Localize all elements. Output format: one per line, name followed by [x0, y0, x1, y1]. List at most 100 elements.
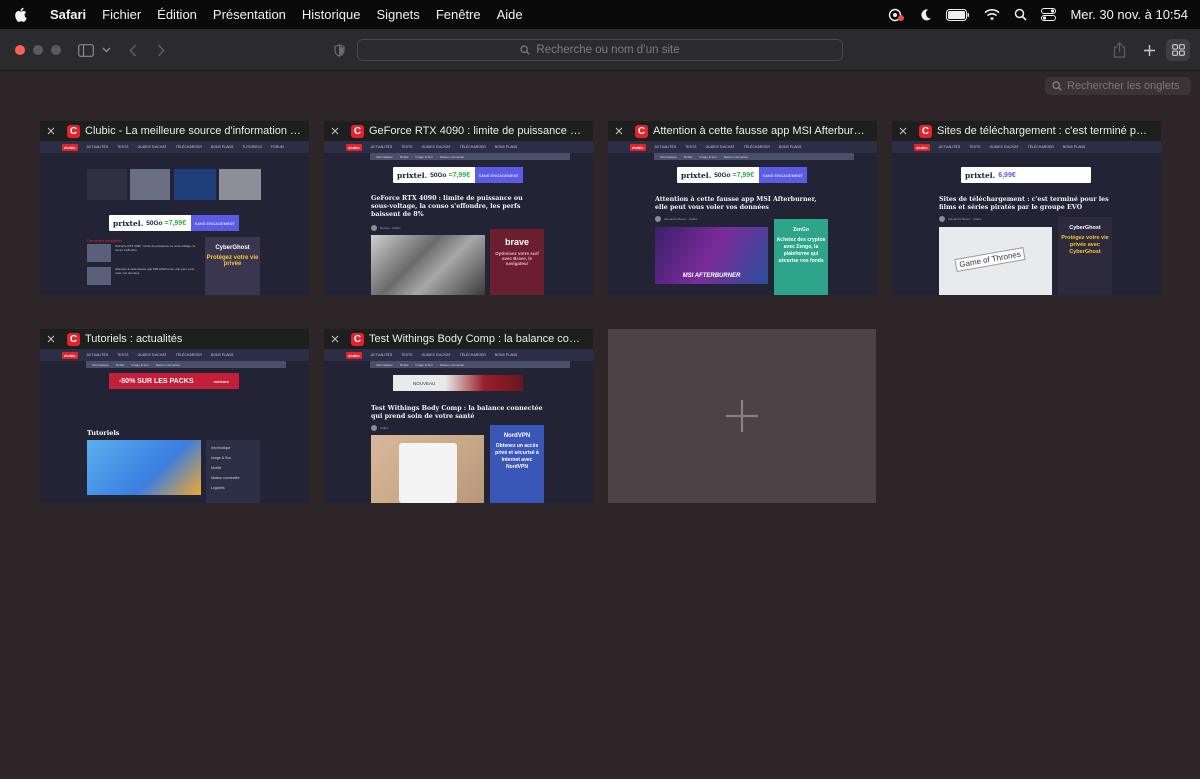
article-image: [87, 440, 201, 495]
site-nav-item: TESTS: [117, 353, 129, 357]
ad-price: =7,99€: [732, 171, 755, 179]
address-placeholder: Recherche ou nom d’un site: [536, 44, 680, 56]
site-subnav-item: Image & Son: [699, 154, 717, 159]
window-close-button[interactable]: [15, 45, 25, 55]
site-nav-item: TÉLÉCHARGER: [459, 353, 486, 357]
wifi-icon[interactable]: [984, 8, 1000, 21]
tab-card[interactable]: C Tutoriels : actualités clubic ACTUALIT…: [40, 329, 309, 503]
cyberghost-ad: CyberGhost Protégez votre vie privée: [205, 237, 260, 295]
favicon-icon: C: [351, 332, 364, 346]
menu-fichier[interactable]: Fichier: [94, 7, 149, 22]
close-tab-icon[interactable]: [611, 127, 627, 135]
site-subnav-item: Informatique: [376, 154, 393, 159]
tab-thumbnail: clubic ACTUALITÉS TESTS GUIDES D'ACHAT T…: [324, 141, 593, 295]
share-icon[interactable]: [1111, 39, 1127, 61]
forward-arrow-icon[interactable]: [154, 39, 168, 61]
ad-text: NOUVEAU: [413, 380, 436, 386]
ad-text: Obtenez un accès privé et sécurisé à Int…: [495, 443, 539, 470]
window-minimize-button[interactable]: [33, 45, 43, 55]
category-menu-item[interactable]: Informatique: [211, 443, 255, 453]
site-subnav-item: Maison connectée: [723, 154, 749, 159]
site-nav-item: BONS PLANS: [778, 145, 802, 149]
site-subnav: Informatique Mobile Image & Son Maison c…: [654, 153, 854, 160]
tab-search-field[interactable]: Rechercher les onglets: [1045, 77, 1191, 95]
article-image: [371, 235, 485, 295]
address-bar[interactable]: Recherche ou nom d’un site: [357, 39, 843, 61]
menu-signets[interactable]: Signets: [368, 7, 427, 22]
section-label: Dernières actualités: [87, 238, 123, 243]
site-nav-item: TESTS: [685, 145, 697, 149]
site-nav: clubic ACTUALITÉS TESTS GUIDES D'ACHAT T…: [608, 141, 877, 153]
close-tab-icon[interactable]: [43, 127, 59, 135]
ad-brand: NordVPN: [503, 433, 531, 439]
site-subnav-item: Image & Son: [415, 154, 433, 159]
site-nav-item: ACTUALITÉS: [370, 145, 393, 149]
spotlight-search-icon[interactable]: [1014, 8, 1028, 21]
article-image: Game of Thrones: [939, 227, 1052, 295]
site-subnav: Informatique Mobile Image & Son Maison c…: [86, 361, 286, 368]
site-nav-item: ACTUALITÉS: [86, 145, 109, 149]
menu-edition[interactable]: Édition: [149, 7, 205, 22]
tab-card[interactable]: C Attention à cette fausse app MSI After…: [608, 121, 877, 295]
site-nav: clubic ACTUALITÉS TESTS GUIDES D'ACHAT T…: [40, 141, 309, 153]
site-nav-item: TÉLÉCHARGER: [1027, 145, 1054, 149]
site-subnav-item: Image & Son: [415, 362, 433, 367]
chevron-down-icon[interactable]: [100, 39, 112, 61]
tab-thumbnail: clubic ACTUALITÉS TESTS GUIDES D'ACHAT T…: [40, 349, 309, 503]
site-nav-item: GUIDES D'ACHAT: [705, 145, 735, 149]
category-menu-item[interactable]: Mobile: [211, 463, 255, 473]
favicon-icon: C: [67, 332, 80, 346]
tab-card[interactable]: C Test Withings Body Comp : la balance c…: [324, 329, 593, 503]
privacy-shield-icon[interactable]: [332, 39, 346, 61]
ad-brand: prixtel.: [681, 170, 712, 180]
category-menu-item[interactable]: Logiciels: [211, 483, 255, 493]
window-zoom-button[interactable]: [51, 45, 61, 55]
close-tab-icon[interactable]: [327, 127, 343, 135]
prixtel-ad: prixtel. 50Go =7,99€ SANS ENGAGEMENT: [393, 167, 523, 183]
tab-card[interactable]: C GeForce RTX 4090 : limite de puissance…: [324, 121, 593, 295]
favicon-icon: C: [635, 124, 648, 138]
apple-menu-icon[interactable]: [14, 7, 34, 22]
thumb-image: [219, 169, 261, 200]
new-tab-card[interactable]: [608, 329, 876, 503]
menu-app-safari[interactable]: Safari: [42, 7, 94, 22]
tab-card[interactable]: C Sites de téléchargement : c'est termin…: [892, 121, 1161, 295]
tab-card-header: C Test Withings Body Comp : la balance c…: [324, 329, 593, 349]
menu-aide[interactable]: Aide: [489, 7, 531, 22]
ad-brand: CyberGhost: [215, 245, 250, 251]
list-item: Attention à cette fausse app MSI Afterbu…: [87, 267, 197, 287]
close-tab-icon[interactable]: [43, 335, 59, 343]
close-tab-icon[interactable]: [895, 127, 911, 135]
tab-thumbnail: clubic ACTUALITÉS TESTS GUIDES D'ACHAT T…: [324, 349, 593, 503]
site-nav-item: TUTORIELS: [242, 145, 262, 149]
new-tab-plus-icon[interactable]: [1141, 39, 1157, 61]
tab-title: Sites de téléchargement : c'est terminé …: [937, 125, 1161, 137]
site-logo: clubic: [62, 143, 78, 151]
moon-icon[interactable]: [919, 8, 932, 21]
site-nav-item: ACTUALITÉS: [86, 353, 109, 357]
menu-historique[interactable]: Historique: [294, 7, 369, 22]
screen-recording-icon[interactable]: [887, 8, 905, 22]
back-arrow-icon[interactable]: [126, 39, 140, 61]
menu-presentation[interactable]: Présentation: [205, 7, 294, 22]
category-menu-item[interactable]: Image & Son: [211, 453, 255, 463]
tab-card-header: C Attention à cette fausse app MSI After…: [608, 121, 877, 141]
control-center-icon[interactable]: [1041, 8, 1057, 21]
sidebar-toggle-icon[interactable]: [77, 39, 95, 61]
tab-card[interactable]: C Clubic - La meilleure source d'informa…: [40, 121, 309, 295]
ad-brand: ZenGo: [793, 227, 809, 233]
tab-overview-icon[interactable]: [1166, 39, 1190, 61]
site-nav-item: GUIDES D'ACHAT: [421, 353, 451, 357]
site-nav: clubic ACTUALITÉS TESTS GUIDES D'ACHAT T…: [324, 141, 593, 153]
battery-icon[interactable]: [946, 8, 970, 21]
category-menu: Informatique Image & Son Mobile Maison c…: [206, 440, 260, 503]
menubar-clock[interactable]: Mer. 30 nov. à 10:54: [1070, 7, 1188, 22]
article-headline: GeForce RTX 4090 : limite de puissance o…: [371, 195, 523, 218]
close-tab-icon[interactable]: [327, 335, 343, 343]
ad-offer: 50Go: [430, 171, 447, 179]
article-image: MSI AFTERBURNER: [655, 227, 768, 284]
site-logo: clubic: [630, 143, 646, 151]
menu-fenetre[interactable]: Fenêtre: [428, 7, 489, 22]
category-menu-item[interactable]: Maison connectée: [211, 473, 255, 483]
list-item: GeForce RTX 4090 : limite de puissance o…: [87, 244, 197, 264]
